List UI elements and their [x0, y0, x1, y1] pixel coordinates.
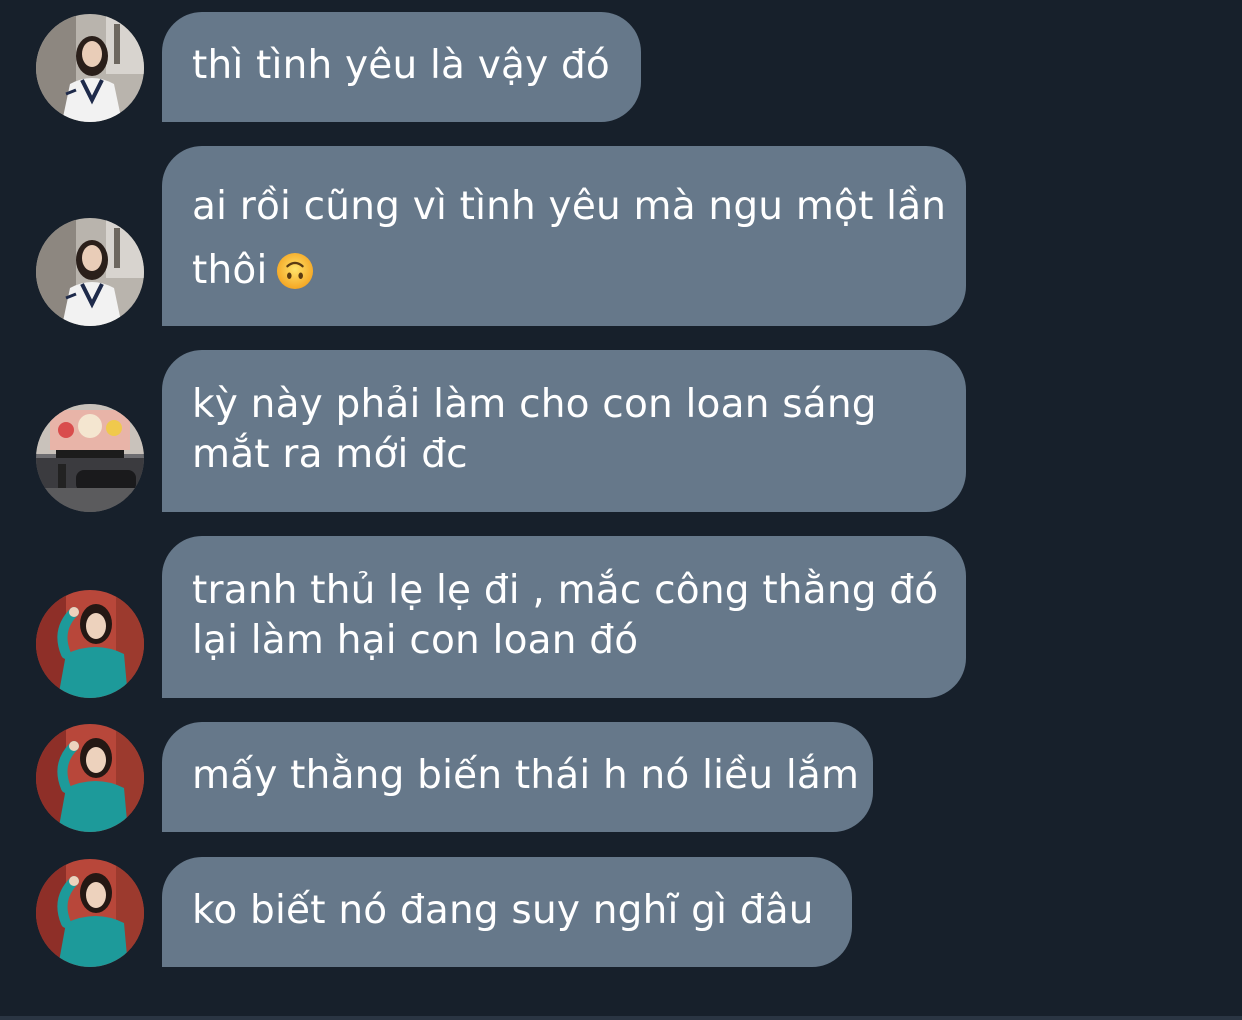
avatar[interactable] — [36, 590, 144, 698]
message-text: mấy thằng biến thái h nó liều lắm — [192, 753, 860, 798]
message-bubble[interactable]: tranh thủ lẹ lẹ đi , mắc công thằng đó l… — [162, 536, 966, 698]
message-bubble[interactable]: kỳ này phải làm cho con loan sáng mắt ra… — [162, 350, 966, 512]
message-bubble[interactable]: mấy thằng biến thái h nó liều lắm — [162, 722, 873, 832]
avatar[interactable] — [36, 218, 144, 326]
message-text: thôi — [192, 248, 268, 293]
message-bubble[interactable]: thì tình yêu là vậy đó — [162, 12, 641, 122]
message-text: kỳ này phải làm cho con loan sáng — [192, 382, 877, 427]
avatar[interactable] — [36, 724, 144, 832]
avatar[interactable] — [36, 404, 144, 512]
avatar[interactable] — [36, 14, 144, 122]
message-text: lại làm hại con loan đó — [192, 618, 639, 663]
message-text: tranh thủ lẹ lẹ đi , mắc công thằng đó — [192, 568, 939, 613]
message-text: ko biết nó đang suy nghĩ gì đâu — [192, 888, 814, 933]
message-text: thì tình yêu là vậy đó — [192, 43, 610, 88]
message-text: ai rồi cũng vì tình yêu mà ngu một lần — [192, 184, 947, 229]
message-text-line: thôi — [192, 239, 936, 303]
message-text: mắt ra mới đc — [192, 432, 468, 477]
message-bubble[interactable]: ai rồi cũng vì tình yêu mà ngu một lần t… — [162, 146, 966, 326]
bottom-divider — [0, 1016, 1242, 1020]
upside-down-face-emoji-icon — [276, 252, 313, 290]
message-bubble[interactable]: ko biết nó đang suy nghĩ gì đâu — [162, 857, 852, 967]
avatar[interactable] — [36, 859, 144, 967]
